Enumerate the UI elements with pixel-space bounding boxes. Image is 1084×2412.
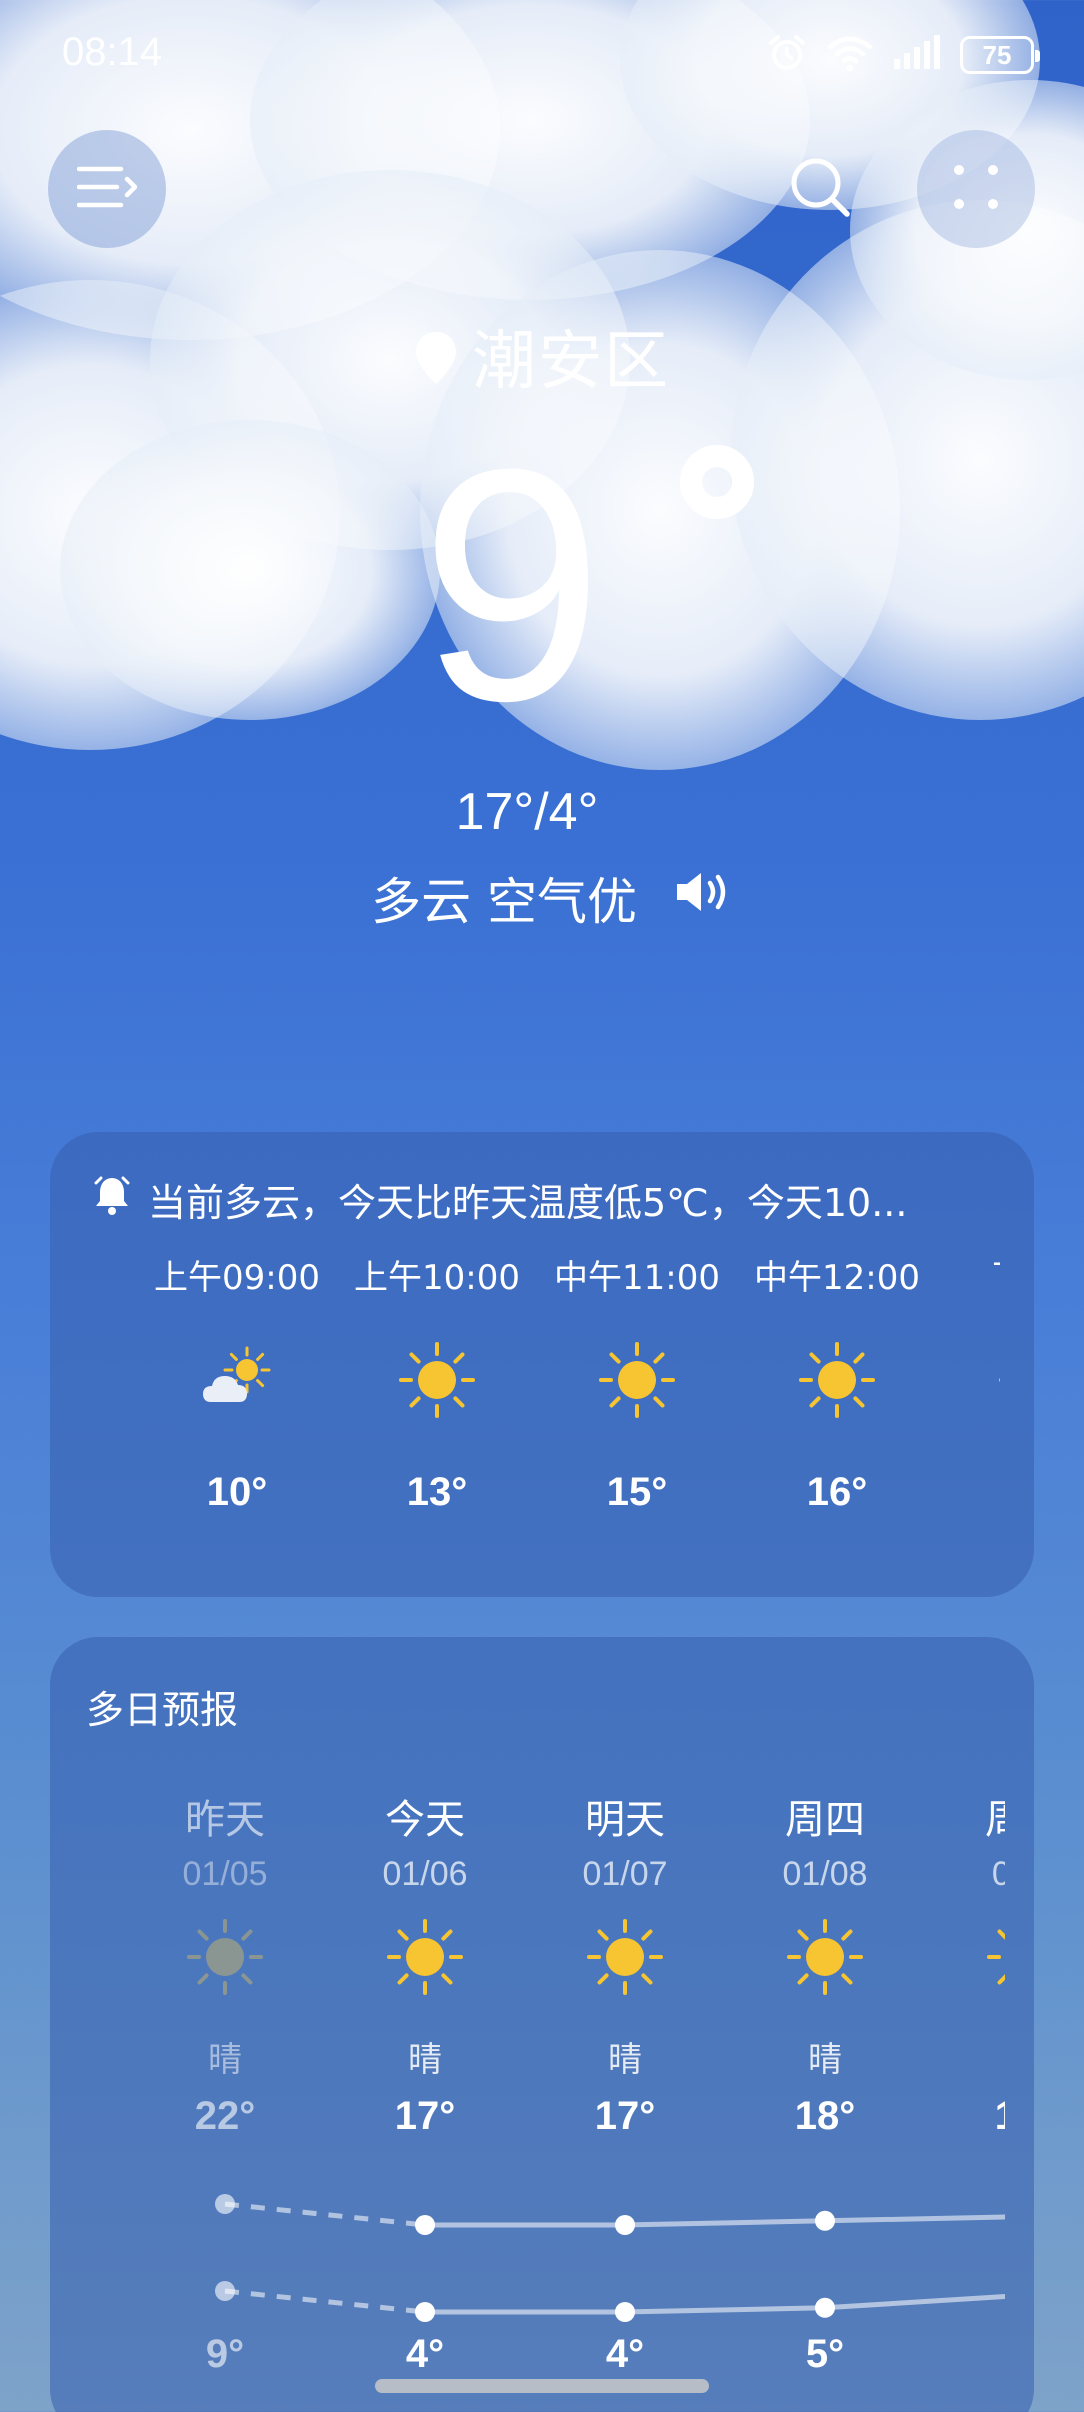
high-temp-line (425, 2214, 1005, 2228)
location-pin-icon (414, 328, 458, 402)
current-temperature: 9 (420, 400, 604, 769)
partly-cloudy-icon (197, 1340, 277, 1420)
hour-label: 中午11:00 (554, 1258, 720, 1298)
high-temp-past-line (224, 2201, 426, 2228)
sun-icon (397, 1340, 477, 1420)
high-temp-point (815, 2210, 835, 2231)
hourly-item[interactable]: 中午12:00 16° (737, 1250, 937, 1514)
hour-label: 上午10:00 (354, 1258, 520, 1298)
hourly-item[interactable]: 上午09:00 10° (137, 1250, 337, 1514)
more-dots-icon (951, 162, 1001, 216)
low-temp-past-line (224, 2288, 426, 2315)
high-temp-point (215, 2194, 235, 2214)
condition-line: 多云 空气优 (0, 862, 1084, 934)
low-temp-point (615, 2302, 635, 2322)
menu-button[interactable] (48, 130, 166, 248)
hourly-list[interactable]: 上午09:00 10° 上午10:00 13° 中午11:00 15° 中午12:00 16°… (50, 1250, 1000, 1590)
hour-label: 上午09:00 (154, 1258, 320, 1298)
daily-list[interactable]: 昨天 01/05 晴 22° 9° 今天 01/06 晴 17° 4° 明天 01/07 晴 17° 4° 周… (50, 1787, 1005, 2412)
hour-label: 中午12:00 (754, 1258, 920, 1298)
daily-forecast-title: 多日预报 (86, 1688, 239, 1732)
low-temp-line (425, 2293, 1005, 2315)
hour-temperature: 16 (937, 1470, 1000, 1515)
low-temp-point (815, 2297, 835, 2318)
home-indicator[interactable] (375, 2379, 709, 2393)
sun-icon (797, 1340, 877, 1420)
hour-temperature: 13° (406, 1470, 468, 1514)
high-temp-point (615, 2215, 635, 2235)
location-name: 潮安区 (472, 325, 670, 399)
sun-icon (997, 1340, 1000, 1420)
hourly-item[interactable]: 上午10:00 13° (337, 1250, 537, 1514)
hourly-item[interactable]: 中午11:00 15° (537, 1250, 737, 1514)
bell-icon (94, 1175, 130, 1224)
high-temp-point (415, 2215, 435, 2235)
hour-temperature: 16° (806, 1470, 868, 1514)
temperature-range: 17°/4° (455, 783, 599, 841)
weather-alert[interactable]: 当前多云，今天比昨天温度低5℃，今天10... (94, 1172, 907, 1227)
menu-icon (76, 165, 138, 213)
location-title[interactable]: 潮安区 (0, 310, 1084, 402)
hourly-item[interactable]: 下午016 (937, 1250, 1000, 1382)
status-icons: 75 (766, 32, 1040, 78)
low-temp-point (215, 2281, 235, 2301)
low-temp-point (415, 2302, 435, 2322)
degree-symbol (680, 445, 754, 519)
speaker-icon[interactable] (673, 869, 733, 927)
more-button[interactable] (917, 130, 1035, 248)
daily-forecast-card[interactable]: 多日预报 昨天 01/05 晴 22° 9° 今天 01/06 晴 17° 4° 明天 01/07 晴 1… (50, 1637, 1034, 2412)
battery-indicator: 75 (960, 36, 1040, 74)
hour-temperature: 10° (206, 1470, 268, 1514)
search-icon (789, 156, 851, 222)
hourly-forecast-card[interactable]: 当前多云，今天比昨天温度低5℃，今天10... 上午09:00 10° 上午10:0… (50, 1132, 1034, 1597)
hour-label: 下午0 (937, 1250, 1000, 1299)
signal-icon (892, 35, 942, 75)
alarm-icon (766, 32, 808, 78)
status-bar: 08:14 75 (0, 0, 1084, 110)
temperature-curves (215, 2194, 1005, 2322)
search-button[interactable] (761, 130, 879, 248)
sun-icon (597, 1340, 677, 1420)
wifi-icon (826, 33, 874, 77)
alert-text: 当前多云，今天比昨天温度低5℃，今天10... (148, 1181, 908, 1225)
weather-condition: 多云 空气优 (371, 873, 637, 931)
hour-temperature: 15° (606, 1470, 668, 1514)
clock: 08:14 (62, 30, 163, 74)
